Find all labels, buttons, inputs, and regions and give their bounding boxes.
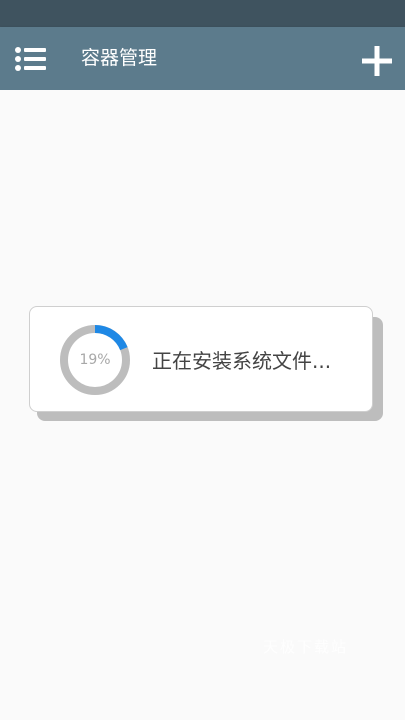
progress-percent-label: 19% <box>79 352 111 368</box>
plus-icon <box>362 46 392 76</box>
menu-list-icon <box>15 47 46 71</box>
menu-button[interactable] <box>14 44 48 74</box>
install-progress-dialog: 19% 正在安装系统文件... <box>29 306 373 412</box>
app-bar: 容器管理 <box>0 27 405 90</box>
add-container-button[interactable] <box>359 43 395 79</box>
progress-message: 正在安装系统文件... <box>152 349 332 373</box>
watermark-text: 天极下载站 <box>263 638 349 656</box>
page-title: 容器管理 <box>81 47 158 69</box>
status-bar <box>0 0 405 27</box>
